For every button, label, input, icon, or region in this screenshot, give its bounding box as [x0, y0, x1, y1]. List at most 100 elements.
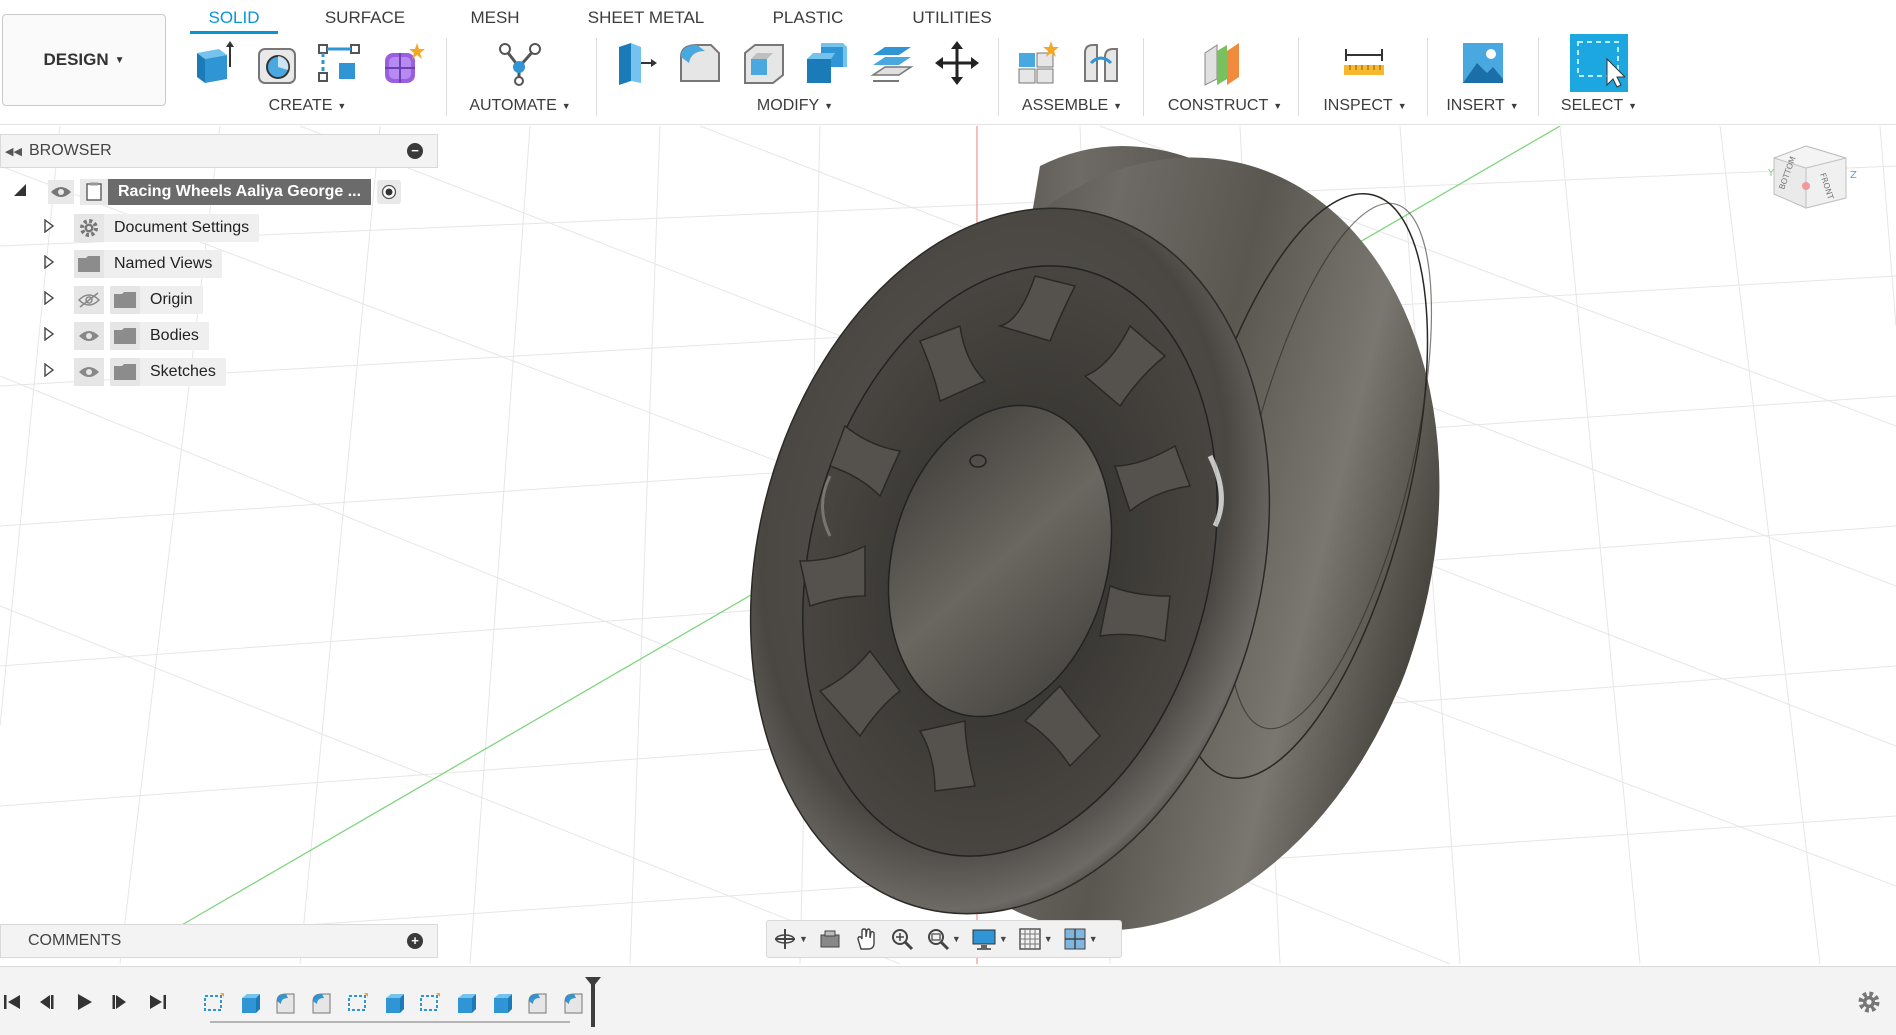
- wheel-model[interactable]: [679, 126, 1519, 964]
- browser-item-label: Origin: [140, 286, 203, 314]
- canvas-viewport[interactable]: BOTTOM FRONT Y Z: [0, 126, 1896, 964]
- timeline-sketch-feature[interactable]: [416, 989, 444, 1017]
- view-cube-axis-y: Y: [1767, 168, 1775, 179]
- construct-menu[interactable]: CONSTRUCT ▼: [1160, 96, 1290, 116]
- model-canvas[interactable]: BOTTOM FRONT Y Z: [0, 126, 1896, 964]
- new-component-tool[interactable]: [1010, 36, 1064, 90]
- timeline-sketch-feature[interactable]: [200, 989, 228, 1017]
- expand-triangle-icon[interactable]: [44, 290, 64, 310]
- expand-triangle-icon[interactable]: [44, 254, 64, 274]
- measure-tool[interactable]: [1337, 36, 1391, 90]
- active-radio-icon[interactable]: [377, 180, 402, 204]
- chevron-down-icon: ▼: [1509, 101, 1519, 111]
- offset-plane-tool[interactable]: [1196, 36, 1250, 90]
- timeline-position-marker[interactable]: [591, 981, 595, 1027]
- modify-menu[interactable]: MODIFY ▼: [735, 96, 855, 116]
- timeline-track: [210, 1021, 570, 1023]
- replace-face-tool[interactable]: [864, 36, 918, 90]
- browser-item-bodies[interactable]: Bodies: [44, 321, 209, 351]
- group-divider: [446, 38, 447, 116]
- insert-image-tool[interactable]: [1456, 36, 1510, 90]
- tab-mesh[interactable]: MESH: [455, 4, 535, 32]
- step-back-button[interactable]: [34, 990, 58, 1014]
- timeline-fillet-feature[interactable]: [524, 989, 552, 1017]
- inspect-menu[interactable]: INSPECT ▼: [1305, 96, 1425, 116]
- combine-tool[interactable]: [800, 36, 854, 90]
- timeline-settings-gear-icon[interactable]: [1856, 989, 1882, 1015]
- press-pull-tool[interactable]: [608, 36, 662, 90]
- chevron-down-icon: ▼: [337, 101, 347, 111]
- timeline-extrude-feature[interactable]: [488, 989, 516, 1017]
- play-button[interactable]: [72, 990, 96, 1014]
- expand-triangle-icon[interactable]: [44, 326, 64, 346]
- browser-title: BROWSER: [29, 142, 112, 159]
- browser-item-named-views[interactable]: Named Views: [44, 249, 223, 279]
- collapse-triangle-icon[interactable]: [14, 183, 30, 201]
- tab-surface[interactable]: SURFACE: [315, 4, 415, 32]
- browser-root-row[interactable]: Racing Wheels Aaliya George ...: [14, 177, 402, 207]
- tab-solid[interactable]: SOLID: [190, 4, 278, 32]
- display-settings-button[interactable]: ▼: [971, 924, 1008, 954]
- browser-item-sketches[interactable]: Sketches: [44, 357, 226, 387]
- timeline-extrude-feature[interactable]: [236, 989, 264, 1017]
- fit-view-button[interactable]: ▼: [926, 924, 961, 954]
- root-component-label[interactable]: Racing Wheels Aaliya George ...: [108, 179, 372, 205]
- toolbar: DESIGN ▼ SOLID SURFACE MESH SHEET METAL P…: [0, 0, 1896, 125]
- automate-menu[interactable]: AUTOMATE ▼: [460, 96, 580, 116]
- view-cube[interactable]: BOTTOM FRONT Y Z: [1767, 145, 1857, 209]
- insert-menu[interactable]: INSERT ▼: [1425, 96, 1540, 116]
- move-copy-tool[interactable]: [930, 36, 984, 90]
- folder-icon: [110, 286, 140, 314]
- fillet-tool[interactable]: [672, 36, 726, 90]
- chevron-down-icon: ▼: [824, 101, 834, 111]
- browser-item-label: Bodies: [140, 322, 209, 350]
- automate-tool[interactable]: [492, 36, 546, 90]
- sketch-constraint-tool[interactable]: [312, 36, 366, 90]
- browser-panel-header[interactable]: ◀◀ BROWSER −: [0, 134, 438, 168]
- comments-panel-header[interactable]: COMMENTS +: [0, 924, 438, 958]
- collapse-panel-icon[interactable]: ◀◀: [5, 145, 23, 158]
- create-sketch-extrude-tool[interactable]: [186, 36, 240, 90]
- go-to-end-button[interactable]: [146, 990, 170, 1014]
- timeline-extrude-feature[interactable]: [380, 989, 408, 1017]
- orbit-button[interactable]: ▼: [773, 924, 808, 954]
- look-at-button[interactable]: [818, 924, 842, 954]
- assemble-menu[interactable]: ASSEMBLE ▼: [1012, 96, 1132, 116]
- browser-item-label: Sketches: [140, 358, 226, 386]
- workspace-switcher-button[interactable]: DESIGN ▼: [2, 14, 166, 106]
- timeline-extrude-feature[interactable]: [452, 989, 480, 1017]
- timeline-fillet-feature[interactable]: [272, 989, 300, 1017]
- chevron-down-icon: ▼: [1113, 101, 1123, 111]
- revolve-tool[interactable]: [250, 36, 304, 90]
- folder-icon: [110, 322, 140, 350]
- select-tool[interactable]: [1570, 34, 1628, 92]
- chevron-down-icon: ▼: [1628, 101, 1638, 111]
- pan-button[interactable]: [854, 924, 878, 954]
- eye-icon[interactable]: [48, 180, 74, 204]
- add-comment-button[interactable]: +: [407, 933, 423, 949]
- eye-icon[interactable]: [74, 322, 104, 350]
- grid-snaps-button[interactable]: ▼: [1018, 924, 1053, 954]
- tab-plastic[interactable]: PLASTIC: [758, 4, 858, 32]
- create-form-tool[interactable]: [376, 36, 430, 90]
- tab-utilities[interactable]: UTILITIES: [897, 4, 1007, 32]
- timeline-sketch-feature[interactable]: [344, 989, 372, 1017]
- shell-tool[interactable]: [736, 36, 790, 90]
- timeline-fillet-feature[interactable]: [560, 989, 588, 1017]
- create-menu[interactable]: CREATE ▼: [250, 96, 365, 116]
- zoom-button[interactable]: [890, 924, 914, 954]
- expand-triangle-icon[interactable]: [44, 218, 64, 238]
- joint-tool[interactable]: [1074, 36, 1128, 90]
- go-to-start-button[interactable]: [0, 990, 24, 1014]
- viewports-button[interactable]: ▼: [1063, 924, 1098, 954]
- select-menu[interactable]: SELECT ▼: [1540, 96, 1658, 116]
- browser-item-origin[interactable]: Origin: [44, 285, 203, 315]
- eye-icon[interactable]: [74, 358, 104, 386]
- minimize-panel-button[interactable]: −: [407, 143, 423, 159]
- step-forward-button[interactable]: [108, 990, 132, 1014]
- timeline-fillet-feature[interactable]: [308, 989, 336, 1017]
- tab-sheet-metal[interactable]: SHEET METAL: [576, 4, 716, 32]
- eye-hidden-icon[interactable]: [74, 286, 104, 314]
- expand-triangle-icon[interactable]: [44, 362, 64, 382]
- browser-item-document-settings[interactable]: Document Settings: [44, 213, 260, 243]
